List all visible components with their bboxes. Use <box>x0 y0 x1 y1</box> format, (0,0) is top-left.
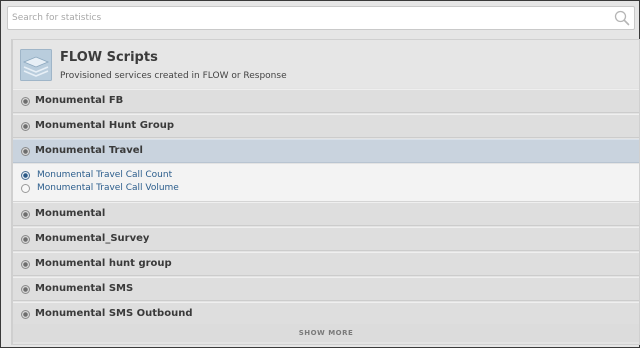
list-item-label: Monumental_Survey <box>35 233 150 244</box>
list-item[interactable]: Monumental SMS <box>13 277 639 301</box>
radio-unchecked-icon[interactable] <box>21 184 30 193</box>
list-item-label: Monumental Travel <box>35 145 143 156</box>
list-item-label: Monumental SMS Outbound <box>35 308 193 319</box>
radio-icon <box>21 260 30 269</box>
search-input[interactable] <box>12 7 612 29</box>
radio-icon <box>21 210 30 219</box>
radio-icon <box>21 122 30 131</box>
expanded-statistics-list: Monumental Travel Call Count Monumental … <box>13 164 639 202</box>
list-item[interactable]: Monumental hunt group <box>13 252 639 276</box>
statistics-frame: FLOW Scripts Provisioned services create… <box>0 0 640 348</box>
statistic-option-label[interactable]: Monumental Travel Call Count <box>37 170 172 180</box>
show-more-button[interactable]: SHOW MORE <box>13 324 639 342</box>
list-item[interactable]: Monumental <box>13 202 639 226</box>
list-item[interactable]: Monumental FB <box>13 89 639 113</box>
search-bar <box>7 6 635 30</box>
list-item[interactable]: Monumental SMS Outbound <box>13 302 639 326</box>
flow-scripts-panel: FLOW Scripts Provisioned services create… <box>11 39 640 345</box>
list-item-expanded[interactable]: Monumental Travel <box>13 139 639 163</box>
radio-checked-icon[interactable] <box>21 171 30 180</box>
list-item-label: Monumental FB <box>35 95 124 106</box>
radio-icon <box>21 147 30 156</box>
list-item[interactable]: Monumental Hunt Group <box>13 114 639 138</box>
page-title: FLOW Scripts <box>60 50 158 65</box>
list-item-label: Monumental hunt group <box>35 258 172 269</box>
page-subtitle: Provisioned services created in FLOW or … <box>60 71 287 81</box>
folder-layers-icon <box>20 49 52 81</box>
list-item-label: Monumental <box>35 208 106 219</box>
list-item-label: Monumental SMS <box>35 283 134 294</box>
search-icon[interactable] <box>614 10 630 26</box>
list-item-label: Monumental Hunt Group <box>35 120 174 131</box>
statistic-option-label[interactable]: Monumental Travel Call Volume <box>37 183 179 193</box>
list-item[interactable]: Monumental_Survey <box>13 227 639 251</box>
radio-icon <box>21 97 30 106</box>
radio-icon <box>21 310 30 319</box>
radio-icon <box>21 235 30 244</box>
radio-icon <box>21 285 30 294</box>
panel-header: FLOW Scripts Provisioned services create… <box>13 40 639 88</box>
